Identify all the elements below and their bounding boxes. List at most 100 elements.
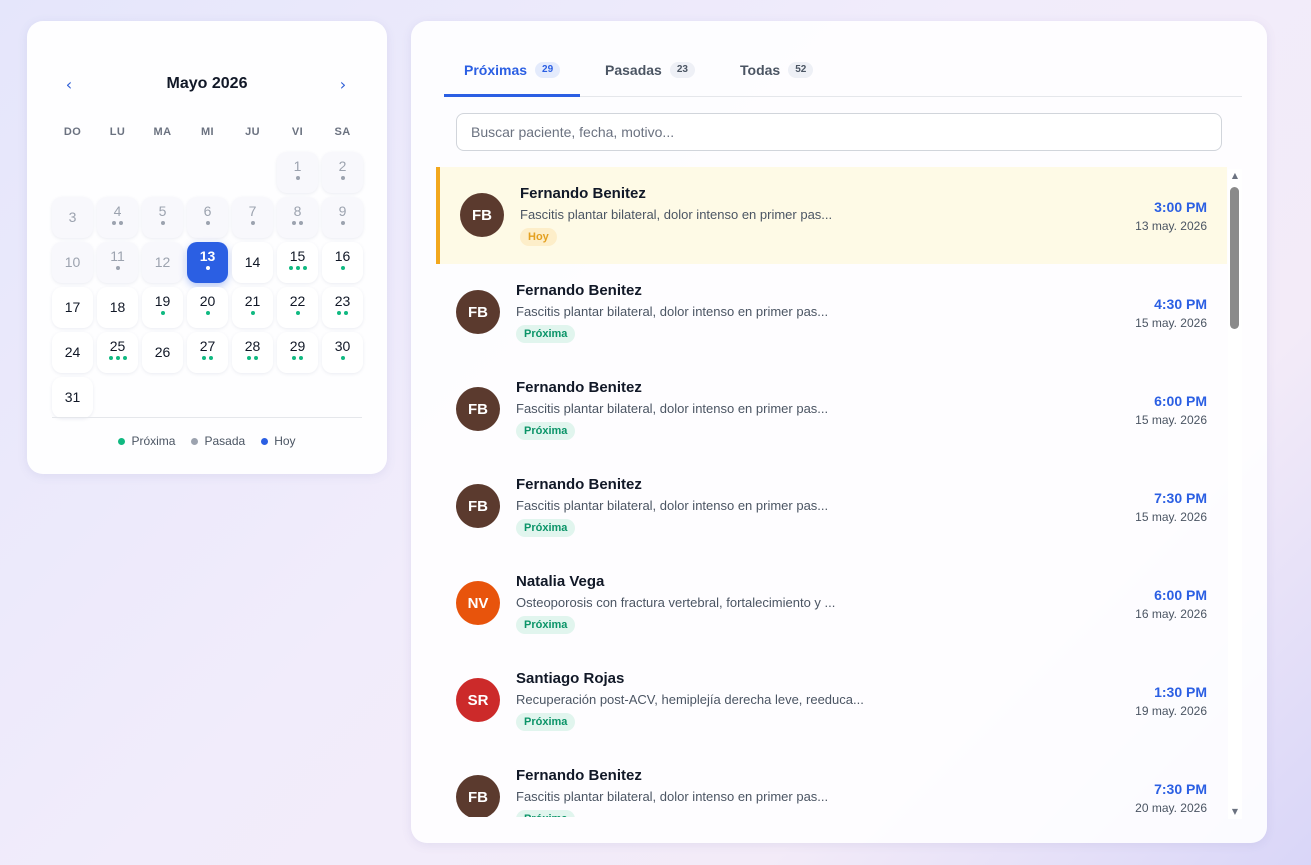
calendar-day[interactable]: 16 <box>322 242 363 283</box>
calendar-day[interactable]: 13 <box>187 242 228 283</box>
appointment-dot <box>205 266 210 270</box>
appointment-dot <box>295 176 300 180</box>
appointment-dot <box>209 356 213 360</box>
appointment-dot <box>302 266 307 270</box>
appointment-dot <box>299 356 303 360</box>
calendar-day-number: 27 <box>199 338 216 354</box>
calendar-day[interactable]: 22 <box>277 287 318 328</box>
next-month-button[interactable]: › <box>329 73 357 97</box>
appointment-dots <box>160 311 165 316</box>
appointment-dots <box>295 311 300 316</box>
appointment-dot <box>108 356 113 360</box>
tab-count-badge: 23 <box>669 62 695 78</box>
calendar-day[interactable]: 5 <box>142 197 183 238</box>
appointment-row[interactable]: FB Fernando Benitez Fascitis plantar bilat… <box>436 167 1227 264</box>
legend-label: Pasada <box>204 434 246 448</box>
calendar-day[interactable]: 21 <box>232 287 273 328</box>
calendar-day[interactable]: 25 <box>97 332 138 373</box>
calendar-header: ‹ Mayo 2026 › <box>27 21 387 107</box>
list-scrollbar[interactable]: ▲ ▼ <box>1228 169 1242 819</box>
calendar-day[interactable]: 19 <box>142 287 183 328</box>
calendar-day-number: 9 <box>338 203 347 219</box>
appointment-date: 20 may. 2026 <box>1135 801 1207 815</box>
appointment-dot <box>115 266 120 270</box>
appointment-dot <box>295 311 300 315</box>
appointment-time: 7:30 PM <box>1154 490 1207 506</box>
appointment-dots <box>247 356 258 361</box>
calendar-day-grid: 1 2 3 4 5 6 7 8 9 10 11 12 13 14 15 16 17 18 19 20 21 22 23 24 2… <box>52 131 367 418</box>
appointment-dot <box>340 356 345 360</box>
appointment-time: 3:00 PM <box>1154 199 1207 215</box>
tab-pasadas[interactable]: Pasadas 23 <box>585 51 715 97</box>
calendar-day[interactable]: 8 <box>277 197 318 238</box>
appointment-time: 1:30 PM <box>1154 684 1207 700</box>
calendar-day[interactable]: 12 <box>142 242 183 283</box>
calendar-day[interactable]: 2 <box>322 152 363 193</box>
calendar-day[interactable]: 14 <box>232 242 273 283</box>
calendar-day-number: 2 <box>338 158 347 174</box>
calendar-day[interactable]: 7 <box>232 197 273 238</box>
appointment-row[interactable]: FB Fernando Benitez Fascitis plantar bilat… <box>436 458 1227 555</box>
calendar-day[interactable]: 18 <box>97 287 138 328</box>
appointment-reason: Recuperación post-ACV, hemiplejía derech… <box>516 692 864 707</box>
appointment-row[interactable]: SR Santiago Rojas Recuperación post-ACV, h… <box>436 652 1227 749</box>
appointment-row[interactable]: FB Fernando Benitez Fascitis plantar bilat… <box>436 264 1227 361</box>
calendar-day[interactable]: 20 <box>187 287 228 328</box>
calendar-day[interactable]: 9 <box>322 197 363 238</box>
calendar-day[interactable]: 31 <box>52 377 93 418</box>
calendar-day[interactable]: 10 <box>52 242 93 283</box>
legend-item: Pasada <box>191 434 245 448</box>
status-badge: Próxima <box>516 325 576 343</box>
calendar-day[interactable]: 4 <box>97 197 138 238</box>
calendar-day[interactable]: 17 <box>52 287 93 328</box>
calendar-day-number: 25 <box>109 338 126 354</box>
scroll-thumb[interactable] <box>1230 187 1239 329</box>
calendar-day[interactable]: 29 <box>277 332 318 373</box>
appointment-row[interactable]: NV Natalia Vega Osteoporosis con fractura … <box>436 555 1227 652</box>
appointment-dot <box>205 311 210 315</box>
calendar-day[interactable]: 28 <box>232 332 273 373</box>
calendar-legend: Próxima Pasada Hoy <box>27 434 387 448</box>
appointment-dot <box>160 221 165 225</box>
tab-todas[interactable]: Todas 52 <box>720 51 833 97</box>
calendar-day[interactable]: 1 <box>277 152 318 193</box>
legend-item: Hoy <box>261 434 296 448</box>
calendar-day[interactable]: 30 <box>322 332 363 373</box>
calendar-day[interactable]: 23 <box>322 287 363 328</box>
avatar: FB <box>456 290 500 334</box>
scroll-down-icon[interactable]: ▼ <box>1230 807 1240 817</box>
appointments-panel: Próximas29Pasadas23Todas52 FBFernando Be… <box>411 21 1267 843</box>
calendar-day[interactable]: 3 <box>52 197 93 238</box>
avatar: FB <box>456 387 500 431</box>
calendar-day[interactable]: 6 <box>187 197 228 238</box>
appointment-dot <box>202 356 206 360</box>
legend-label: Hoy <box>274 434 296 448</box>
appointment-tabs: Próximas 29 Pasadas 23 Todas 52 <box>444 51 1242 97</box>
avatar: FB <box>456 484 500 528</box>
calendar-day-number: 18 <box>109 299 126 315</box>
tab-proximas[interactable]: Próximas 29 <box>444 51 581 97</box>
appointment-dot <box>288 266 293 270</box>
appointment-dot <box>299 221 303 225</box>
appointment-dots <box>340 176 345 181</box>
search-input[interactable] <box>456 113 1222 151</box>
appointment-time: 4:30 PM <box>1154 296 1207 312</box>
avatar: FB <box>456 775 500 817</box>
appointment-dots <box>115 266 120 271</box>
appointment-dot <box>292 356 296 360</box>
avatar: SR <box>456 678 500 722</box>
calendar-day[interactable]: 11 <box>97 242 138 283</box>
appointment-row[interactable]: FB Fernando Benitez Fascitis plantar bilat… <box>436 361 1227 458</box>
appointment-row[interactable]: FB Fernando Benitez Fascitis plantar bilat… <box>436 749 1227 817</box>
calendar-day[interactable]: 26 <box>142 332 183 373</box>
scroll-up-icon[interactable]: ▲ <box>1230 171 1240 181</box>
calendar-day[interactable]: 27 <box>187 332 228 373</box>
calendar-day[interactable]: 15 <box>277 242 318 283</box>
calendar-day-number: 4 <box>113 203 122 219</box>
calendar-day-number: 17 <box>64 299 81 315</box>
appointment-dot <box>292 221 296 225</box>
calendar-day[interactable]: 24 <box>52 332 93 373</box>
appointment-dot <box>340 176 345 180</box>
status-badge: Próxima <box>516 422 576 440</box>
appointment-dots <box>250 311 255 316</box>
